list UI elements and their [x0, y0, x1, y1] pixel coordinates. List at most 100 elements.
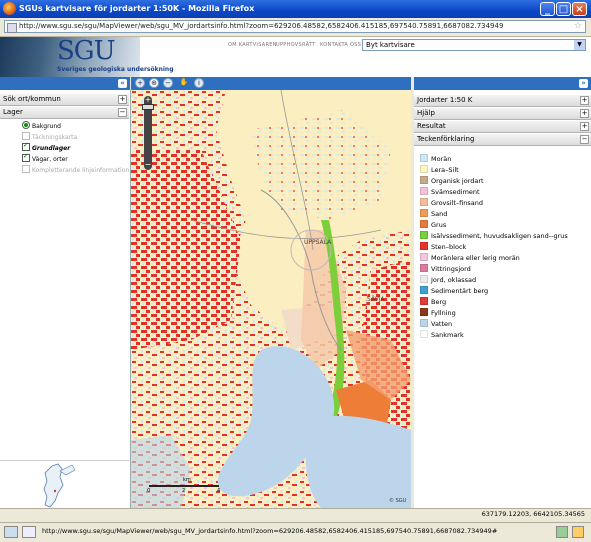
checkbox-icon[interactable] — [22, 152, 30, 162]
window-title: SGUs kartvisare för jordarter 1:50K - Mo… — [19, 4, 255, 13]
layers-header[interactable]: Lager − — [0, 107, 129, 119]
radio-icon[interactable] — [22, 121, 30, 129]
collapse-left-icon[interactable]: « — [118, 79, 127, 88]
scale-line — [149, 485, 219, 487]
left-panel-bar: « — [0, 77, 130, 90]
coordinate-bar: 637179.12203, 6642105.34565 — [0, 508, 591, 521]
security-icon[interactable] — [572, 526, 584, 538]
maximize-button[interactable]: □ — [556, 2, 571, 16]
expand-icon[interactable]: + — [580, 109, 589, 118]
legend-label: Vatten — [431, 320, 453, 328]
close-button[interactable]: × — [572, 2, 587, 16]
legend-item: Morän — [420, 154, 451, 164]
panel-help[interactable]: Hjälp + — [414, 108, 591, 120]
layer-label: Vägar, orter — [32, 156, 68, 163]
legend-swatch — [420, 165, 428, 173]
scale-unit: km — [183, 477, 191, 483]
panel-jordarter[interactable]: Jordarter 1:50 K + — [414, 95, 591, 107]
zoom-out-icon[interactable]: − — [144, 161, 152, 169]
checkbox-icon[interactable] — [22, 141, 30, 151]
legend-label: Grovsilt–finsand — [431, 199, 484, 207]
legend-label: Moränlera eller lerig morän — [431, 254, 520, 262]
legend-item: Berg — [420, 297, 446, 307]
panel-label: Teckenförklaring — [417, 135, 475, 143]
legend-label: Lera–Silt — [431, 166, 459, 174]
panel-label: Hjälp — [417, 109, 435, 117]
layer-bakgrund[interactable]: Bakgrund — [22, 121, 61, 131]
legend-item: Sand — [420, 209, 447, 219]
zoom-slider-handle[interactable] — [142, 104, 154, 110]
legend-swatch — [420, 275, 428, 283]
checkbox-icon — [22, 132, 30, 140]
collapse-icon[interactable]: − — [580, 135, 589, 144]
legend-item: Svämsediment — [420, 187, 480, 197]
legend-label: Berg — [431, 298, 447, 306]
layer-label: Bakgrund — [32, 123, 61, 130]
link-about-viewer[interactable]: OM KARTVISAREN — [228, 42, 277, 48]
scale-bar: km 0 2 4 — [145, 477, 223, 494]
panel-label: Jordarter 1:50 K — [417, 96, 473, 104]
link-copyright[interactable]: UPPHOVSRÄTT — [276, 42, 316, 48]
map-copyright: © SGU — [389, 498, 407, 504]
legend-swatch — [420, 198, 428, 206]
overview-map[interactable] — [0, 460, 129, 508]
site-header: SGU Sveriges geologiska undersökning OM … — [0, 36, 591, 77]
panel-label: Resultat — [417, 122, 446, 130]
legend-label: Isälvssediment, huvudsakligen sand--grus — [431, 232, 568, 240]
page-icon — [7, 23, 17, 33]
overview-map-sweden — [43, 463, 76, 508]
legend-label: Svämsediment — [431, 188, 480, 196]
map-label-savja: SÄVJA — [367, 296, 385, 303]
expand-icon[interactable]: + — [580, 96, 589, 105]
addon-icon[interactable] — [556, 526, 568, 538]
legend-item: Grovsilt–finsand — [420, 198, 483, 208]
zoom-box-tool-icon[interactable]: ⊕ — [149, 78, 159, 88]
legend-swatch — [420, 242, 428, 250]
minimize-button[interactable]: _ — [540, 2, 555, 16]
legend-item: Sedimentärt berg — [420, 286, 488, 296]
search-place-label: Sök ort/kommun — [3, 95, 61, 103]
pan-hand-icon[interactable]: ✋ — [179, 78, 189, 88]
chevron-down-icon[interactable]: ▼ — [574, 40, 585, 50]
collapse-right-icon[interactable]: » — [579, 79, 588, 88]
status-icon — [4, 526, 18, 538]
legend-item: Organisk jordart — [420, 176, 484, 186]
viewer-select[interactable]: Byt kartvisare ▼ — [362, 39, 586, 51]
legend-swatch — [420, 308, 428, 316]
layer-vagar-orter[interactable]: Vägar, orter — [22, 152, 68, 164]
search-place-header[interactable]: Sök ort/kommun + — [0, 94, 129, 106]
zoom-slider[interactable]: + − — [142, 96, 154, 170]
legend-label: Sand — [431, 210, 448, 218]
expand-icon[interactable]: + — [580, 122, 589, 131]
collapse-icon[interactable]: − — [118, 108, 127, 117]
url-text: http://www.sgu.se/sgu/MapViewer/web/sgu_… — [19, 22, 504, 30]
right-panel: Jordarter 1:50 K + Hjälp + Resultat + Te… — [414, 90, 591, 508]
left-panel: Sök ort/kommun + Lager − Bakgrund Täckni… — [0, 90, 131, 508]
legend-item: Grus — [420, 220, 446, 230]
legend-swatch — [420, 253, 428, 261]
link-contact[interactable]: KONTAKTA OSS — [320, 42, 361, 48]
legend-label: Organisk jordart — [431, 177, 484, 185]
bookmark-star-icon[interactable]: ☆ — [574, 21, 582, 31]
legend-item: Vatten — [420, 319, 452, 329]
sgu-logo-subtitle: Sveriges geologiska undersökning — [57, 66, 174, 73]
legend-swatch — [420, 220, 428, 228]
layer-grundlager[interactable]: Grundlager — [22, 141, 71, 153]
layer-label: Grundlager — [32, 145, 71, 152]
panel-legend[interactable]: Teckenförklaring − — [414, 134, 591, 146]
zoom-in-tool-icon[interactable]: + — [135, 78, 145, 88]
legend-swatch — [420, 319, 428, 327]
viewer-select-value: Byt kartvisare — [366, 41, 415, 49]
url-field[interactable]: http://www.sgu.se/sgu/MapViewer/web/sgu_… — [4, 20, 586, 33]
coordinate-readout: 637179.12203, 6642105.34565 — [481, 510, 585, 518]
map-canvas[interactable]: UPPSALA SÄVJA km 0 2 4 © SGU — [131, 90, 411, 508]
info-tool-icon[interactable]: i — [194, 78, 204, 88]
sgu-logo[interactable]: SGU — [57, 36, 115, 66]
screen-icon — [22, 526, 36, 538]
panel-results[interactable]: Resultat + — [414, 121, 591, 133]
zoom-out-tool-icon[interactable]: − — [163, 78, 173, 88]
scale-tick: 0 — [147, 488, 151, 494]
expand-icon[interactable]: + — [118, 95, 127, 104]
zoom-in-icon[interactable]: + — [144, 96, 152, 104]
layer-label: Kompletterande linjeinformation — [32, 167, 130, 174]
